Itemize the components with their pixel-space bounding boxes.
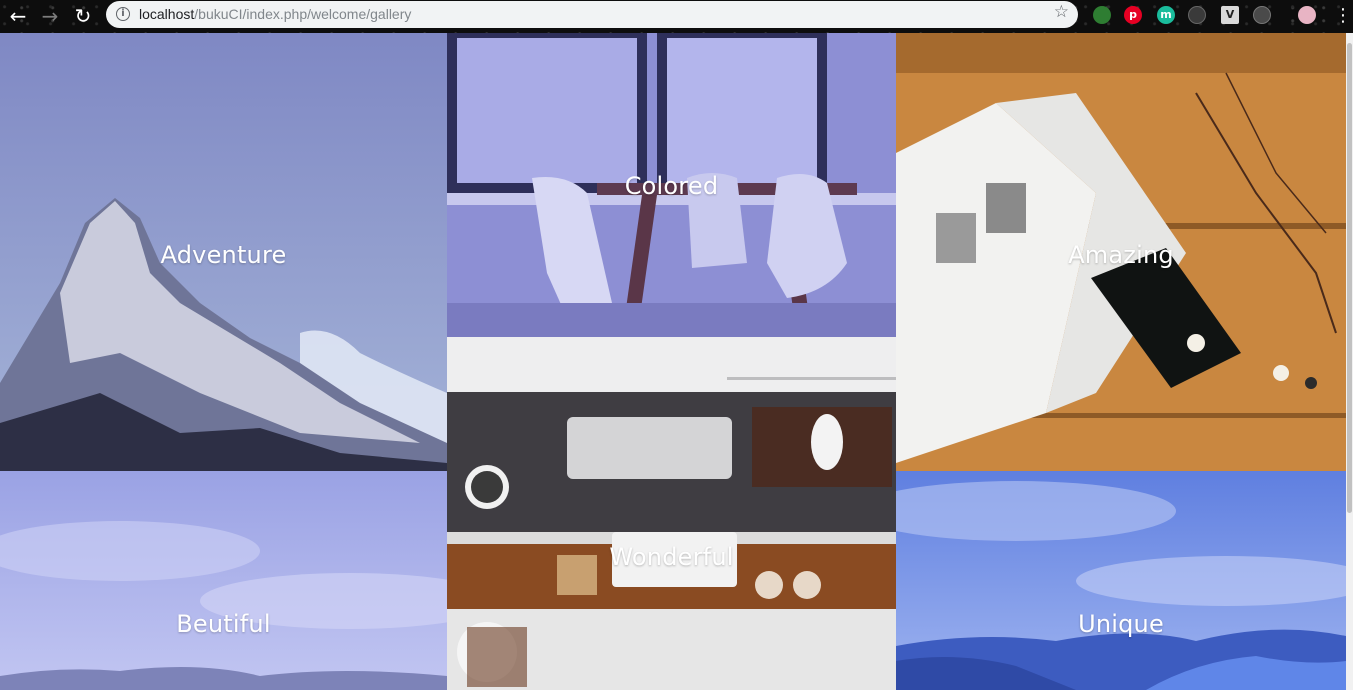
tile-caption-unique: Unique <box>1078 609 1164 638</box>
profile-avatar[interactable] <box>1298 6 1316 24</box>
gallery-tile-colored[interactable]: Colored <box>447 33 896 337</box>
gallery-tile-unique[interactable]: Unique <box>896 471 1346 690</box>
tile-caption-amazing: Amazing <box>1068 241 1174 269</box>
v-extension-icon[interactable]: V <box>1221 6 1239 24</box>
info-icon[interactable]: i <box>116 7 130 21</box>
back-arrow-icon[interactable]: ← <box>5 3 31 29</box>
gallery-tile-wonderful[interactable]: Wonderful <box>447 337 896 690</box>
tile-caption-beutiful: Beutiful <box>176 609 271 638</box>
globe-extension-icon[interactable] <box>1093 6 1111 24</box>
circle-extension-icon[interactable] <box>1188 6 1206 24</box>
tile-caption-colored: Colored <box>624 172 719 200</box>
page-scrollbar[interactable] <box>1346 33 1353 690</box>
menu-dots-icon[interactable]: ⋮ <box>1334 4 1352 28</box>
fjord-image <box>896 471 1346 690</box>
address-bar[interactable]: i localhost/bukuCI/index.php/welcome/gal… <box>106 1 1078 28</box>
pinterest-extension-icon[interactable]: p <box>1124 6 1142 24</box>
reload-icon[interactable]: ↻ <box>70 3 96 29</box>
gallery-tile-adventure[interactable]: Adventure <box>0 33 447 471</box>
gallery-grid: Adventure Colored Amazing Beutiful Wonde… <box>0 33 1353 690</box>
gallery-tile-amazing[interactable]: Amazing <box>896 33 1346 471</box>
scrollbar-thumb[interactable] <box>1347 43 1352 513</box>
forward-arrow-icon[interactable]: → <box>37 3 63 29</box>
browser-toolbar: ← → ↻ i localhost/bukuCI/index.php/welco… <box>0 0 1353 33</box>
url-path: /bukuCI/index.php/welcome/gallery <box>194 6 412 22</box>
sky-image <box>0 471 447 690</box>
url-host: localhost <box>139 6 195 22</box>
tile-caption-adventure: Adventure <box>160 241 287 269</box>
bookmark-star-icon[interactable]: ☆ <box>1054 4 1069 21</box>
address-url[interactable]: localhost/bukuCI/index.php/welcome/galle… <box>139 6 411 22</box>
gallery-tile-beutiful[interactable]: Beutiful <box>0 471 447 690</box>
desk-image <box>447 337 896 690</box>
gear-extension-icon[interactable] <box>1253 6 1271 24</box>
tile-caption-wonderful: Wonderful <box>609 542 734 571</box>
m-extension-icon[interactable]: m <box>1157 6 1175 24</box>
